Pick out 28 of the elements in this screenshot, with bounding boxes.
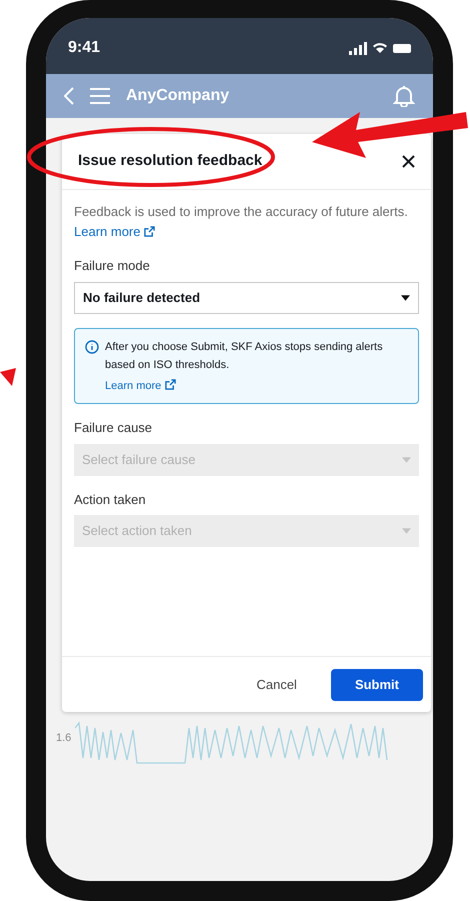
learn-more-link[interactable]: Learn more [105, 378, 176, 394]
field-label: Failure cause [74, 419, 154, 437]
cancel-button[interactable]: Cancel [244, 668, 309, 700]
back-icon[interactable] [64, 87, 74, 105]
axis-label: 1.6 [56, 730, 72, 746]
close-icon[interactable] [402, 155, 415, 168]
caret-icon [402, 456, 411, 462]
info-icon [85, 340, 99, 354]
bell-icon[interactable] [393, 85, 415, 107]
menu-icon[interactable] [90, 88, 110, 104]
wifi-icon [373, 42, 387, 54]
modal-title: Issue resolution feedback [78, 151, 262, 172]
external-link-icon [165, 378, 176, 390]
battery-icon [393, 44, 411, 52]
caret-icon [401, 294, 410, 300]
select-field[interactable]: No failure detected [74, 282, 419, 314]
external-link-icon [144, 226, 156, 237]
field-label: Failure mode [74, 257, 151, 275]
app-title: AnyCompany [126, 86, 230, 106]
intro-text: Feedback is used to improve the accuracy of future alerts. Learn more [74, 203, 409, 241]
info-text: After you choose Submit, SKF Axios stops sending alerts based on ISO thresholds. [105, 340, 384, 372]
signal-icon [349, 42, 367, 54]
submit-button[interactable]: Submit [330, 668, 423, 700]
arrow-annotation [0, 368, 16, 386]
field-label: Action taken [74, 490, 147, 508]
status-time: 9:41 [68, 38, 100, 58]
caret-icon [402, 528, 411, 534]
learn-more-link[interactable]: Learn more [74, 224, 156, 239]
